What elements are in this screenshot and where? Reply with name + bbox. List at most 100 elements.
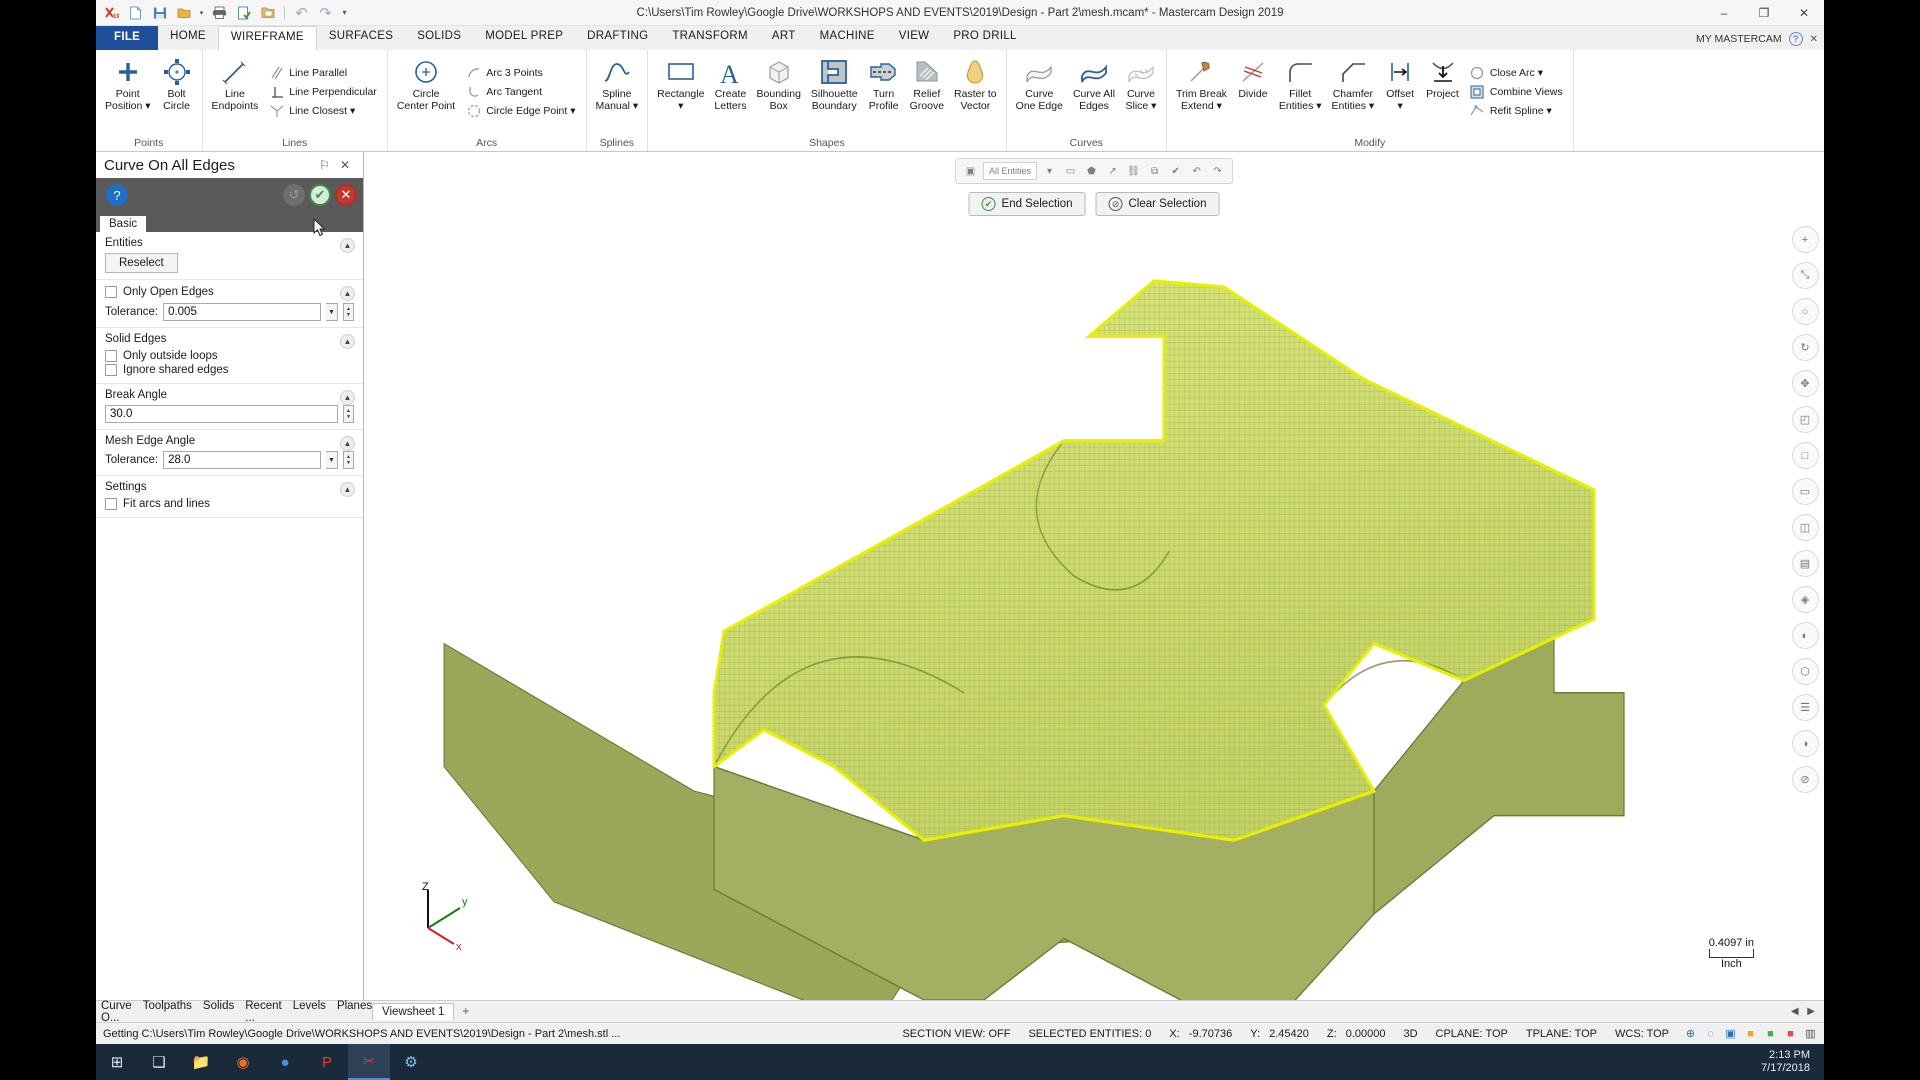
right-view-icon[interactable]: ◫ <box>1791 514 1819 541</box>
ribbon-item-line-perpendicular[interactable]: Line Perpendicular <box>265 83 381 102</box>
panel-close-icon[interactable]: ✕ <box>335 158 355 172</box>
add-viewsheet-button[interactable]: + <box>462 1006 469 1018</box>
tolerance-input-1[interactable]: 0.005 <box>163 303 321 321</box>
cplane-status[interactable]: CPLANE: TOP <box>1427 1028 1517 1040</box>
only-outside-loops-checkbox[interactable] <box>105 350 117 362</box>
ribbon-button-fillet-entities[interactable]: Fillet Entities ▾ <box>1274 55 1327 112</box>
taskbar-clock[interactable]: 2:13 PM 7/17/2018 <box>1761 1049 1824 1075</box>
view-mode-toggle[interactable]: 3D <box>1394 1028 1426 1040</box>
zoom-in-icon[interactable]: + <box>1791 226 1819 253</box>
help-circle-icon[interactable]: ? <box>1788 32 1803 46</box>
pan-icon[interactable]: ✥ <box>1791 370 1819 397</box>
ribbon-button-curve-slice[interactable]: Curve Slice ▾ <box>1120 55 1162 112</box>
manager-tab-0[interactable]: Curve O... <box>101 1000 132 1024</box>
ribbon-tab-solids[interactable]: SOLIDS <box>405 26 473 50</box>
mesh-edge-angle-collapse-icon[interactable]: ▲ <box>340 436 355 451</box>
ribbon-tab-drafting[interactable]: DRAFTING <box>575 26 660 50</box>
fit-arcs-and-lines-row[interactable]: Fit arcs and lines <box>105 497 354 511</box>
firefox-icon[interactable]: ◉ <box>222 1044 264 1080</box>
only-open-edges-row[interactable]: Only Open Edges <box>105 285 354 299</box>
pin-icon[interactable]: ⚐ <box>314 158 335 172</box>
only-outside-loops-row[interactable]: Only outside loops <box>105 349 354 363</box>
polygon-select-icon[interactable]: ⬟ <box>1083 162 1100 180</box>
ribbon-item-combine-views[interactable]: Combine Views <box>1466 83 1567 102</box>
visible-levels-icon[interactable]: ▣ <box>1722 1026 1739 1041</box>
redo-select-icon[interactable]: ↷ <box>1209 162 1226 180</box>
print-preview-icon[interactable] <box>233 3 254 23</box>
redo-icon[interactable]: ↷ <box>315 3 336 23</box>
color-swatch-icon[interactable]: ■ <box>1742 1026 1759 1041</box>
vector-select-icon[interactable]: ↗ <box>1104 162 1121 180</box>
ok-button[interactable]: ✔ <box>309 184 331 206</box>
close-button[interactable]: ✕ <box>1784 0 1824 26</box>
select-dropdown-icon[interactable]: ▾ <box>1041 162 1058 180</box>
ribbon-item-arc-3-points[interactable]: Arc 3 Points <box>462 64 579 83</box>
manager-tab-3[interactable]: Recent ... <box>245 1000 281 1024</box>
selection-mini-toolbar[interactable]: ▣ All Entities ▾ ▭ ⬟ ↗ ⛓ ⧉ ✔ ↶ ↷ <box>954 158 1234 184</box>
shaded-icon[interactable]: ◈ <box>1791 586 1819 613</box>
style-icon[interactable]: ▥ <box>1802 1026 1819 1041</box>
break-angle-input[interactable]: 30.0 <box>105 405 338 423</box>
layers-icon[interactable]: ☰ <box>1791 694 1819 721</box>
ribbon-tab-wireframe[interactable]: WIREFRAME <box>217 26 317 50</box>
settings-collapse-icon[interactable]: ▲ <box>340 482 355 497</box>
break-angle-spinner[interactable]: ▲ ▼ <box>343 405 354 423</box>
print-icon[interactable] <box>209 3 230 23</box>
unzoom-icon[interactable]: ○ <box>1791 298 1819 325</box>
translucency-icon[interactable]: ◐ <box>1791 622 1819 649</box>
mastercam-taskbar-icon[interactable]: ✂ <box>348 1044 390 1080</box>
ribbon-item-close-arc[interactable]: Close Arc ▾ <box>1466 64 1567 83</box>
ribbon-item-arc-tangent[interactable]: Arc Tangent <box>462 83 579 102</box>
only-open-edges-checkbox[interactable] <box>105 286 117 298</box>
mesh-display-icon[interactable]: ⬡ <box>1791 658 1819 685</box>
maximize-button[interactable]: ❐ <box>1744 0 1784 26</box>
ribbon-tab-model-prep[interactable]: MODEL PREP <box>473 26 575 50</box>
verify-select-icon[interactable]: ✔ <box>1167 162 1184 180</box>
selection-mode-icon[interactable]: ▣ <box>962 162 979 180</box>
fit-view-icon[interactable]: ⤡ <box>1791 262 1819 289</box>
section-view-status[interactable]: SECTION VIEW: OFF <box>893 1028 1019 1040</box>
customize-qat-icon[interactable]: ▾ <box>339 3 350 23</box>
task-view-icon[interactable]: ❑ <box>138 1044 180 1080</box>
ribbon-button-line-endpoints[interactable]: Line Endpoints <box>207 55 264 112</box>
start-button-icon[interactable]: ⊞ <box>96 1044 138 1080</box>
ribbon-button-rectangle[interactable]: Rectangle ▾ <box>652 55 709 112</box>
save-icon[interactable] <box>149 3 170 23</box>
ignore-shared-edges-row[interactable]: Ignore shared edges <box>105 363 354 377</box>
ribbon-button-spline-manual[interactable]: Spline Manual ▾ <box>591 55 644 112</box>
ribbon-tab-surfaces[interactable]: SURFACES <box>317 26 405 50</box>
attribute-icon[interactable]: ■ <box>1782 1026 1799 1041</box>
ribbon-tab-transform[interactable]: TRANSFORM <box>660 26 760 50</box>
fit-arcs-and-lines-checkbox[interactable] <box>105 498 117 510</box>
open-dropdown-icon[interactable]: ▾ <box>197 3 206 23</box>
tab-basic[interactable]: Basic <box>100 216 147 232</box>
open-folder-icon[interactable] <box>173 3 194 23</box>
chrome-icon[interactable]: ● <box>264 1044 306 1080</box>
ribbon-button-trim-break-extend[interactable]: Trim Break Extend ▾ <box>1171 55 1232 112</box>
ribbon-button-bolt-circle[interactable]: Bolt Circle <box>156 55 198 112</box>
front-view-icon[interactable]: ▭ <box>1791 478 1819 505</box>
ribbon-button-relief-groove[interactable]: Relief Groove <box>905 55 949 112</box>
window-select-icon[interactable]: ▭ <box>1062 162 1079 180</box>
ribbon-item-line-closest[interactable]: Line Closest ▾ <box>265 102 381 121</box>
ribbon-button-point-position[interactable]: Point Position ▾ <box>100 55 156 112</box>
ribbon-tab-view[interactable]: VIEW <box>887 26 942 50</box>
file-manager-icon[interactable] <box>257 3 278 23</box>
wireframe-shading-icon[interactable]: ▤ <box>1791 550 1819 577</box>
tolerance-spinner-2[interactable]: ▲ ▼ <box>343 451 354 469</box>
apply-button[interactable]: ↺ <box>283 184 305 206</box>
manager-tab-4[interactable]: Levels <box>293 1000 326 1024</box>
tolerance-dropdown-2[interactable]: ▼ <box>326 451 338 469</box>
new-file-icon[interactable] <box>125 3 146 23</box>
solid-edges-collapse-icon[interactable]: ▲ <box>340 334 355 349</box>
minimize-button[interactable]: – <box>1704 0 1744 26</box>
ribbon-button-raster-to-vector[interactable]: Raster to Vector <box>949 55 1002 112</box>
ribbon-button-create-letters[interactable]: A Create Letters <box>709 55 751 112</box>
ignore-shared-edges-checkbox[interactable] <box>105 364 117 376</box>
ribbon-item-circle-edge-point[interactable]: Circle Edge Point ▾ <box>462 102 579 121</box>
settings-icon[interactable]: ⚙ <box>390 1044 432 1080</box>
world-axes-icon[interactable]: ◌ <box>1702 1026 1719 1041</box>
ribbon-button-curve-one-edge[interactable]: Curve One Edge <box>1011 55 1068 112</box>
help-button[interactable]: ? <box>106 184 128 206</box>
graphics-viewport[interactable]: ▣ All Entities ▾ ▭ ⬟ ↗ ⛓ ⧉ ✔ ↶ ↷ ✔ End Selection ⊘… <box>364 152 1824 1000</box>
